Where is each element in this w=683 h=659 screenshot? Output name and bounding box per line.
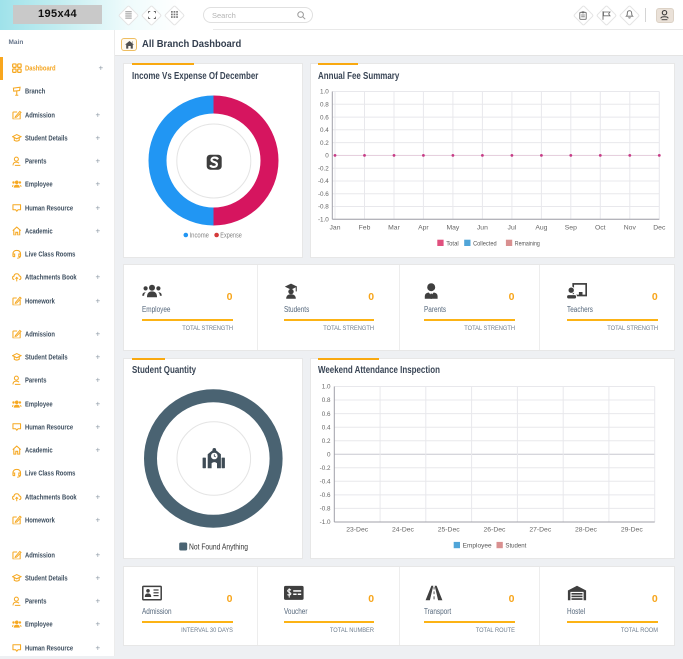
svg-text:-1.0: -1.0: [320, 519, 331, 526]
svg-text:27-Dec: 27-Dec: [529, 527, 552, 534]
svg-text:25-Dec: 25-Dec: [438, 527, 461, 534]
svg-text:0: 0: [325, 153, 329, 160]
svg-text:0: 0: [327, 452, 331, 459]
svg-text:-0.2: -0.2: [318, 165, 329, 172]
svg-text:Income: Income: [190, 233, 210, 240]
svg-text:Not Found Anything: Not Found Anything: [189, 542, 248, 551]
svg-text:0.8: 0.8: [320, 102, 329, 109]
svg-text:Dec: Dec: [653, 225, 666, 232]
svg-text:28-Dec: 28-Dec: [575, 527, 598, 534]
svg-text:0.2: 0.2: [322, 438, 331, 445]
svg-text:0.8: 0.8: [322, 397, 331, 404]
svg-text:Jul: Jul: [508, 225, 517, 232]
svg-text:Nov: Nov: [624, 225, 637, 232]
svg-text:23-Dec: 23-Dec: [346, 527, 369, 534]
svg-text:1.0: 1.0: [320, 89, 329, 96]
svg-text:-0.4: -0.4: [320, 479, 331, 486]
svg-text:-0.8: -0.8: [318, 204, 329, 211]
svg-text:-0.6: -0.6: [320, 492, 331, 499]
svg-text:Aug: Aug: [535, 225, 547, 232]
svg-text:29-Dec: 29-Dec: [621, 527, 644, 534]
svg-text:Sep: Sep: [565, 225, 577, 232]
svg-text:0.4: 0.4: [322, 424, 331, 431]
svg-text:Student: Student: [505, 543, 526, 550]
svg-text:Oct: Oct: [595, 225, 606, 232]
svg-text:0.6: 0.6: [320, 114, 329, 121]
svg-text:0.6: 0.6: [322, 411, 331, 418]
svg-text:-0.2: -0.2: [320, 465, 331, 472]
svg-text:Apr: Apr: [418, 225, 429, 232]
svg-text:Expense: Expense: [220, 233, 242, 240]
svg-text:Remaining: Remaining: [515, 240, 540, 247]
svg-text:Total: Total: [446, 240, 459, 247]
svg-text:Employee: Employee: [463, 543, 492, 550]
svg-text:0.2: 0.2: [320, 140, 329, 147]
svg-text:0.4: 0.4: [320, 127, 329, 134]
svg-text:Collected: Collected: [473, 240, 497, 247]
svg-text:1.0: 1.0: [322, 384, 331, 391]
svg-text:-1.0: -1.0: [318, 217, 329, 224]
svg-text:Jan: Jan: [330, 225, 341, 232]
svg-text:Feb: Feb: [359, 225, 371, 232]
svg-text:Jun: Jun: [477, 225, 488, 232]
svg-text:Mar: Mar: [388, 225, 400, 232]
svg-text:-0.4: -0.4: [318, 178, 329, 185]
svg-text:26-Dec: 26-Dec: [484, 527, 507, 534]
svg-text:24-Dec: 24-Dec: [392, 527, 415, 534]
svg-text:May: May: [446, 225, 459, 232]
svg-text:-0.6: -0.6: [318, 191, 329, 198]
svg-text:-0.8: -0.8: [320, 506, 331, 513]
